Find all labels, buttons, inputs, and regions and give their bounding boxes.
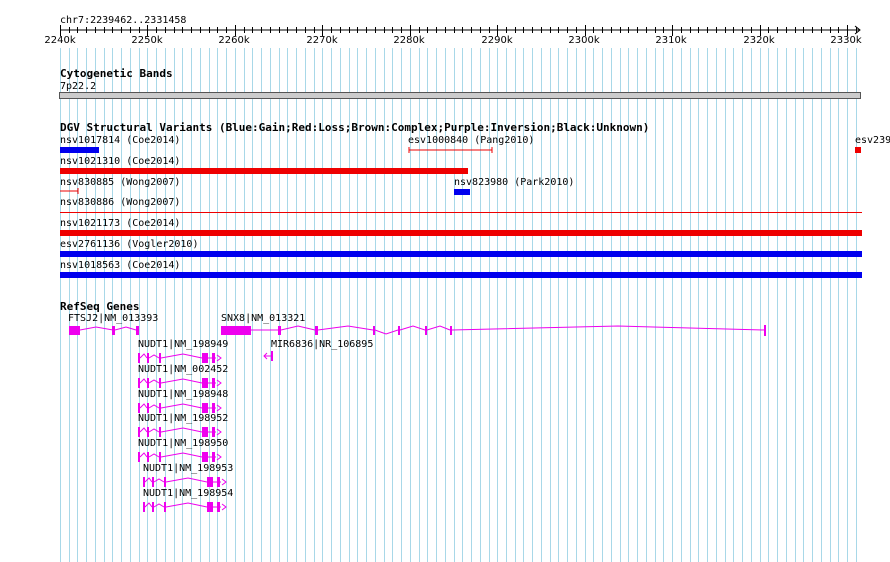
tick-label: 2270k <box>306 35 338 46</box>
dgv-variant-bar[interactable] <box>60 230 862 236</box>
dgv-variant-label[interactable]: esv239 <box>855 135 890 146</box>
background-grid <box>60 48 857 562</box>
cytoband-track-title: Cytogenetic Bands <box>60 67 173 80</box>
gene-model-ftsj2[interactable] <box>66 323 146 337</box>
refseq-track-title: RefSeq Genes <box>60 300 140 313</box>
gene-label[interactable]: NUDT1|NM_198948 <box>138 389 228 400</box>
tick-label: 2250k <box>131 35 163 46</box>
dgv-variant-bar[interactable] <box>855 147 861 153</box>
dgv-variant-label[interactable]: nsv1017814 (Coe2014) <box>60 135 180 146</box>
tick-label: 2280k <box>393 35 425 46</box>
dgv-variant-bar[interactable] <box>60 168 468 174</box>
dgv-variant-bar[interactable] <box>454 189 470 195</box>
tick-label: 2330k <box>830 35 862 46</box>
gene-model-snx8[interactable] <box>218 323 770 337</box>
genome-browser-view: chr7:2239462..2331458 2240k 2250k 2260k … <box>0 0 890 562</box>
tick-label: 2320k <box>743 35 775 46</box>
dgv-variant-label[interactable]: nsv1021310 (Coe2014) <box>60 156 180 167</box>
dgv-variant-bar[interactable] <box>60 147 99 153</box>
gene-label[interactable]: NUDT1|NM_198953 <box>143 463 233 474</box>
gene-model-nudt1[interactable] <box>143 499 233 518</box>
dgv-variant-bar[interactable] <box>60 272 862 278</box>
dgv-variant-label[interactable]: nsv1021173 (Coe2014) <box>60 218 180 229</box>
tick-label: 2260k <box>218 35 250 46</box>
gene-label[interactable]: NUDT1|NM_198950 <box>138 438 228 449</box>
gene-label[interactable]: NUDT1|NM_198949 <box>138 339 228 350</box>
gene-label[interactable]: NUDT1|NM_198954 <box>143 488 233 499</box>
dgv-variant-bar[interactable] <box>60 251 862 257</box>
dgv-variant-label[interactable]: nsv830886 (Wong2007) <box>60 197 180 208</box>
dgv-variant-label[interactable]: nsv1018563 (Coe2014) <box>60 260 180 271</box>
cytoband-label: 7p22.2 <box>60 81 97 92</box>
dgv-variant-bar[interactable] <box>60 186 80 196</box>
gene-label[interactable]: NUDT1|NM_198952 <box>138 413 228 424</box>
tick-label: 2290k <box>481 35 513 46</box>
dgv-variant-bar[interactable] <box>60 212 862 213</box>
cytoband-bar[interactable] <box>59 92 861 99</box>
dgv-track-title: DGV Structural Variants (Blue:Gain;Red:L… <box>60 121 650 134</box>
dgv-variant-label[interactable]: esv2761136 (Vogler2010) <box>60 239 198 250</box>
tick-label: 2310k <box>655 35 687 46</box>
tick-label: 2240k <box>44 35 76 46</box>
gene-model-mir6836[interactable] <box>262 350 276 362</box>
dgv-variant-label[interactable]: nsv823980 (Park2010) <box>454 177 574 188</box>
dgv-variant-bar[interactable] <box>408 145 494 155</box>
gene-label[interactable]: NUDT1|NM_002452 <box>138 364 228 375</box>
gene-label[interactable]: MIR6836|NR_106895 <box>271 339 373 350</box>
tick-label: 2300k <box>568 35 600 46</box>
